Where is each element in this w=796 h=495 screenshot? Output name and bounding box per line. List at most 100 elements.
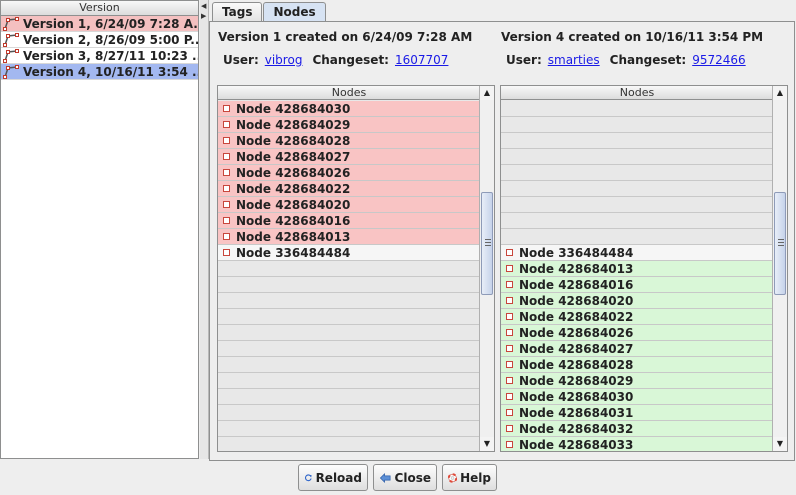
node-label: Node 428684013 (236, 229, 351, 244)
node-row[interactable] (218, 389, 480, 405)
node-row[interactable]: Node 336484484 (218, 245, 480, 261)
left-user-link[interactable]: vibrog (265, 53, 303, 67)
left-table-scrollbar[interactable]: ▲ ▼ (479, 86, 494, 451)
node-row[interactable] (218, 341, 480, 357)
tab-nodes[interactable]: Nodes (263, 2, 326, 23)
right-nodes-rows: Node 336484484 Node 428684013 Node 4286840… (501, 101, 773, 451)
version-list-item[interactable]: Version 3, 8/27/11 10:23 ... (1, 48, 198, 64)
left-changeset-link[interactable]: 1607707 (395, 53, 448, 67)
split-pane-divider[interactable]: ◀ ▶ (200, 0, 209, 459)
node-icon (506, 425, 513, 432)
node-row[interactable]: Node 428684029 (218, 117, 480, 133)
node-row[interactable]: Node 428684013 (501, 261, 773, 277)
help-button[interactable]: Help (442, 464, 497, 491)
node-icon (506, 249, 513, 256)
node-row[interactable]: Node 428684016 (218, 213, 480, 229)
node-row[interactable] (218, 357, 480, 373)
node-row[interactable]: Node 428684026 (501, 325, 773, 341)
node-label: Node 428684020 (236, 197, 351, 212)
version-list-item[interactable]: Version 4, 10/16/11 3:54 ... (1, 64, 198, 80)
left-nodes-column-header[interactable]: Nodes (218, 86, 480, 100)
node-row[interactable]: Node 428684020 (501, 293, 773, 309)
node-row[interactable]: Node 428684028 (218, 133, 480, 149)
node-row[interactable] (218, 421, 480, 437)
right-changeset-link[interactable]: 9572466 (692, 53, 745, 67)
node-row[interactable] (218, 261, 480, 277)
version-list-item[interactable]: Version 2, 8/26/09 5:00 P... (1, 32, 198, 48)
nodes-tab-content: Version 1 created on 6/24/09 7:28 AM Use… (209, 21, 795, 461)
node-row[interactable] (501, 213, 773, 229)
node-label: Node 428684020 (519, 293, 634, 308)
node-label: Node 428684013 (519, 261, 634, 276)
close-arrow-icon (379, 472, 391, 483)
expand-right-icon[interactable]: ▶ (201, 12, 206, 20)
version-list-item[interactable]: Version 1, 6/24/09 7:28 A... (1, 16, 198, 32)
node-row[interactable]: Node 428684031 (501, 405, 773, 421)
node-row[interactable] (218, 293, 480, 309)
version-label: Version 1, 6/24/09 7:28 A... (23, 16, 198, 31)
right-nodes-table: Nodes Node 336484484 Node 428684013 Node 4… (500, 85, 788, 452)
node-row[interactable] (218, 325, 480, 341)
node-row[interactable]: Node 428684020 (218, 197, 480, 213)
node-row[interactable] (501, 133, 773, 149)
right-version-title: Version 4 created on 10/16/11 3:54 PM (501, 30, 764, 44)
scroll-up-icon[interactable]: ▲ (773, 86, 787, 100)
node-row[interactable] (501, 229, 773, 245)
collapse-left-icon[interactable]: ◀ (201, 2, 206, 10)
right-scroll-thumb[interactable] (774, 192, 786, 295)
left-scroll-thumb[interactable] (481, 192, 493, 295)
node-row[interactable]: Node 428684022 (501, 309, 773, 325)
node-row[interactable]: Node 428684022 (218, 181, 480, 197)
node-row[interactable] (501, 181, 773, 197)
node-row[interactable] (501, 101, 773, 117)
node-row[interactable]: Node 428684027 (501, 341, 773, 357)
node-row[interactable] (218, 277, 480, 293)
node-label: Node 428684026 (519, 325, 634, 340)
node-label: Node 428684029 (236, 117, 351, 132)
node-label: Node 428684030 (236, 101, 351, 116)
right-user-label: User: (506, 53, 542, 67)
node-label: Node 428684022 (519, 309, 634, 324)
node-label: Node 428684028 (236, 133, 351, 148)
close-button[interactable]: Close (373, 464, 437, 491)
node-row[interactable]: Node 428684032 (501, 421, 773, 437)
node-icon (506, 345, 513, 352)
node-label: Node 336484484 (236, 245, 351, 260)
scroll-up-icon[interactable]: ▲ (480, 86, 494, 100)
node-row[interactable] (501, 117, 773, 133)
node-label: Node 428684016 (236, 213, 351, 228)
node-label: Node 428684032 (519, 421, 634, 436)
tab-tags[interactable]: Tags (212, 2, 263, 22)
right-user-link[interactable]: smarties (548, 53, 600, 67)
node-row[interactable] (218, 405, 480, 421)
node-row[interactable]: Node 428684016 (501, 277, 773, 293)
node-row[interactable] (501, 197, 773, 213)
node-row[interactable] (218, 373, 480, 389)
node-row[interactable]: Node 428684033 (501, 437, 773, 451)
node-row[interactable]: Node 428684027 (218, 149, 480, 165)
node-icon (506, 329, 513, 336)
node-row[interactable]: Node 428684030 (218, 101, 480, 117)
node-row[interactable]: Node 428684013 (218, 229, 480, 245)
version-label: Version 4, 10/16/11 3:54 ... (23, 64, 198, 79)
right-version-meta: User: smarties Changeset: 9572466 (506, 53, 746, 67)
help-label: Help (460, 470, 491, 485)
node-row[interactable] (501, 149, 773, 165)
node-row[interactable]: Node 428684030 (501, 389, 773, 405)
scroll-down-icon[interactable]: ▼ (480, 437, 494, 451)
node-row[interactable]: Node 428684028 (501, 357, 773, 373)
version-column-header[interactable]: Version (1, 1, 198, 16)
node-row[interactable]: Node 428684026 (218, 165, 480, 181)
right-nodes-column-header[interactable]: Nodes (501, 86, 773, 100)
node-row[interactable] (218, 437, 480, 451)
left-nodes-table: Nodes Node 428684030 Node 428684029 Node 4… (217, 85, 495, 452)
node-row[interactable]: Node 336484484 (501, 245, 773, 261)
node-row[interactable] (501, 165, 773, 181)
scroll-down-icon[interactable]: ▼ (773, 437, 787, 451)
node-row[interactable]: Node 428684029 (501, 373, 773, 389)
reload-button[interactable]: Reload (298, 464, 368, 491)
node-icon (223, 169, 230, 176)
node-row[interactable] (218, 309, 480, 325)
close-label: Close (394, 470, 431, 485)
right-table-scrollbar[interactable]: ▲ ▼ (772, 86, 787, 451)
